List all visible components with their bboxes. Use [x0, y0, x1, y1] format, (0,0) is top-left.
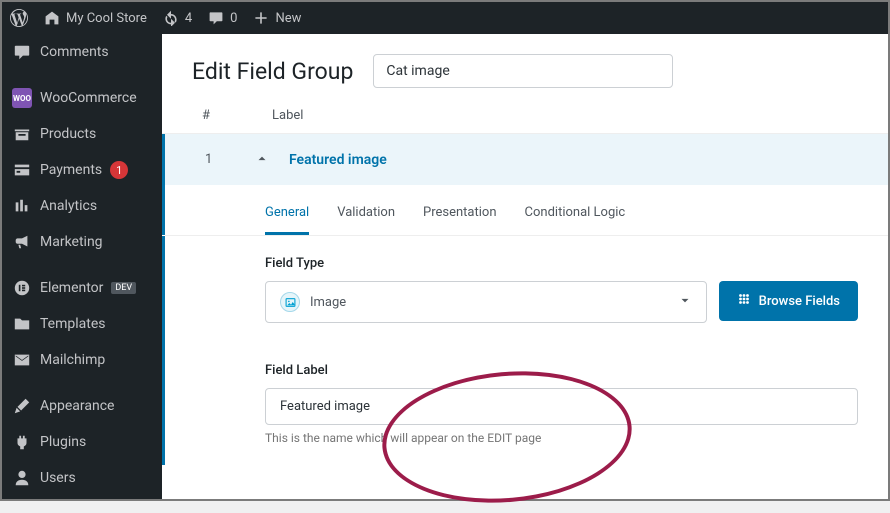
woo-icon: WOO	[12, 88, 32, 108]
sidebar-item-elementor[interactable]: Elementor DEV	[2, 270, 162, 306]
refresh-icon	[163, 10, 179, 26]
tab-conditional-logic[interactable]: Conditional Logic	[525, 205, 626, 235]
chevron-down-icon	[678, 293, 692, 312]
tab-presentation[interactable]: Presentation	[423, 205, 497, 235]
field-label-hint: This is the name which will appear on th…	[265, 431, 858, 445]
image-icon	[280, 292, 300, 312]
column-order: #	[202, 108, 272, 123]
sidebar-item-mailchimp[interactable]: Mailchimp	[2, 342, 162, 378]
card-icon	[12, 160, 32, 180]
admin-bar: My Cool Store 4 0 New	[2, 2, 888, 34]
wordpress-icon	[10, 9, 28, 27]
wp-logo[interactable]	[2, 2, 36, 34]
field-label-link[interactable]: Featured image	[289, 152, 387, 168]
sidebar-item-label: Mailchimp	[40, 352, 105, 368]
plug-icon	[12, 432, 32, 452]
notification-badge: 1	[110, 161, 128, 179]
sidebar-item-payments[interactable]: Payments 1	[2, 152, 162, 188]
sidebar-item-templates[interactable]: Templates	[2, 306, 162, 342]
brush-icon	[12, 396, 32, 416]
tab-general[interactable]: General	[265, 205, 309, 235]
new-label: New	[275, 11, 301, 26]
plus-icon	[253, 10, 269, 26]
field-type-select[interactable]: Image	[265, 281, 707, 323]
sidebar-item-label: Appearance	[40, 398, 114, 414]
sidebar-item-analytics[interactable]: Analytics	[2, 188, 162, 224]
column-label: Label	[272, 108, 303, 123]
sidebar-item-label: WooCommerce	[40, 90, 137, 106]
sidebar-item-label: Payments	[40, 162, 102, 178]
home-icon	[44, 10, 60, 26]
page-header: Edit Field Group	[162, 34, 888, 98]
comment-icon	[12, 42, 32, 62]
field-label-heading: Field Label	[265, 363, 858, 378]
site-name-link[interactable]: My Cool Store	[36, 2, 155, 34]
box-icon	[12, 124, 32, 144]
sidebar-item-label: Users	[40, 470, 76, 486]
sidebar-item-label: Marketing	[40, 234, 103, 250]
dev-badge: DEV	[111, 282, 136, 294]
field-label-input[interactable]	[265, 388, 858, 425]
sidebar-item-appearance[interactable]: Appearance	[2, 388, 162, 424]
tab-validation[interactable]: Validation	[337, 205, 395, 235]
field-type-value: Image	[310, 295, 346, 310]
chevron-up-icon[interactable]	[255, 150, 269, 169]
sidebar-item-marketing[interactable]: Marketing	[2, 224, 162, 260]
sidebar-item-products[interactable]: Products	[2, 116, 162, 152]
comments-count: 0	[230, 11, 237, 26]
site-name: My Cool Store	[66, 11, 147, 26]
field-tabs: General Validation Presentation Conditio…	[162, 185, 888, 235]
sidebar-item-woocommerce[interactable]: WOO WooCommerce	[2, 80, 162, 116]
sidebar-item-tools[interactable]: Tools	[2, 496, 162, 499]
mail-icon	[12, 350, 32, 370]
new-content-link[interactable]: New	[245, 2, 309, 34]
comments-link[interactable]: 0	[200, 2, 245, 34]
browse-label: Browse Fields	[759, 294, 840, 309]
comment-icon	[208, 10, 224, 26]
updates-count: 4	[185, 11, 192, 26]
sidebar-item-label: Plugins	[40, 434, 86, 450]
user-icon	[12, 468, 32, 488]
browse-fields-button[interactable]: Browse Fields	[719, 281, 858, 321]
chart-icon	[12, 196, 32, 216]
field-type-label: Field Type	[265, 256, 858, 271]
elementor-icon	[12, 278, 32, 298]
field-order: 1	[205, 152, 235, 167]
sidebar-item-users[interactable]: Users	[2, 460, 162, 496]
megaphone-icon	[12, 232, 32, 252]
admin-sidebar: Comments WOO WooCommerce Products Paymen…	[2, 34, 162, 499]
sidebar-item-label: Templates	[40, 316, 106, 332]
folder-icon	[12, 314, 32, 334]
sidebar-item-plugins[interactable]: Plugins	[2, 424, 162, 460]
field-settings: Field Type Image Browse Fields	[162, 236, 888, 465]
updates-link[interactable]: 4	[155, 2, 200, 34]
field-row[interactable]: 1 Featured image	[162, 134, 888, 185]
field-group-name-input[interactable]	[373, 54, 673, 88]
grid-icon	[737, 292, 751, 310]
sidebar-item-label: Analytics	[40, 198, 97, 214]
sidebar-item-label: Products	[40, 126, 96, 142]
sidebar-item-label: Comments	[40, 44, 109, 60]
fields-table-header: # Label	[162, 98, 888, 134]
page-title: Edit Field Group	[192, 58, 353, 85]
main-content: Edit Field Group # Label 1 Featured imag…	[162, 34, 888, 499]
sidebar-item-label: Elementor	[40, 280, 103, 296]
sidebar-item-comments[interactable]: Comments	[2, 34, 162, 70]
